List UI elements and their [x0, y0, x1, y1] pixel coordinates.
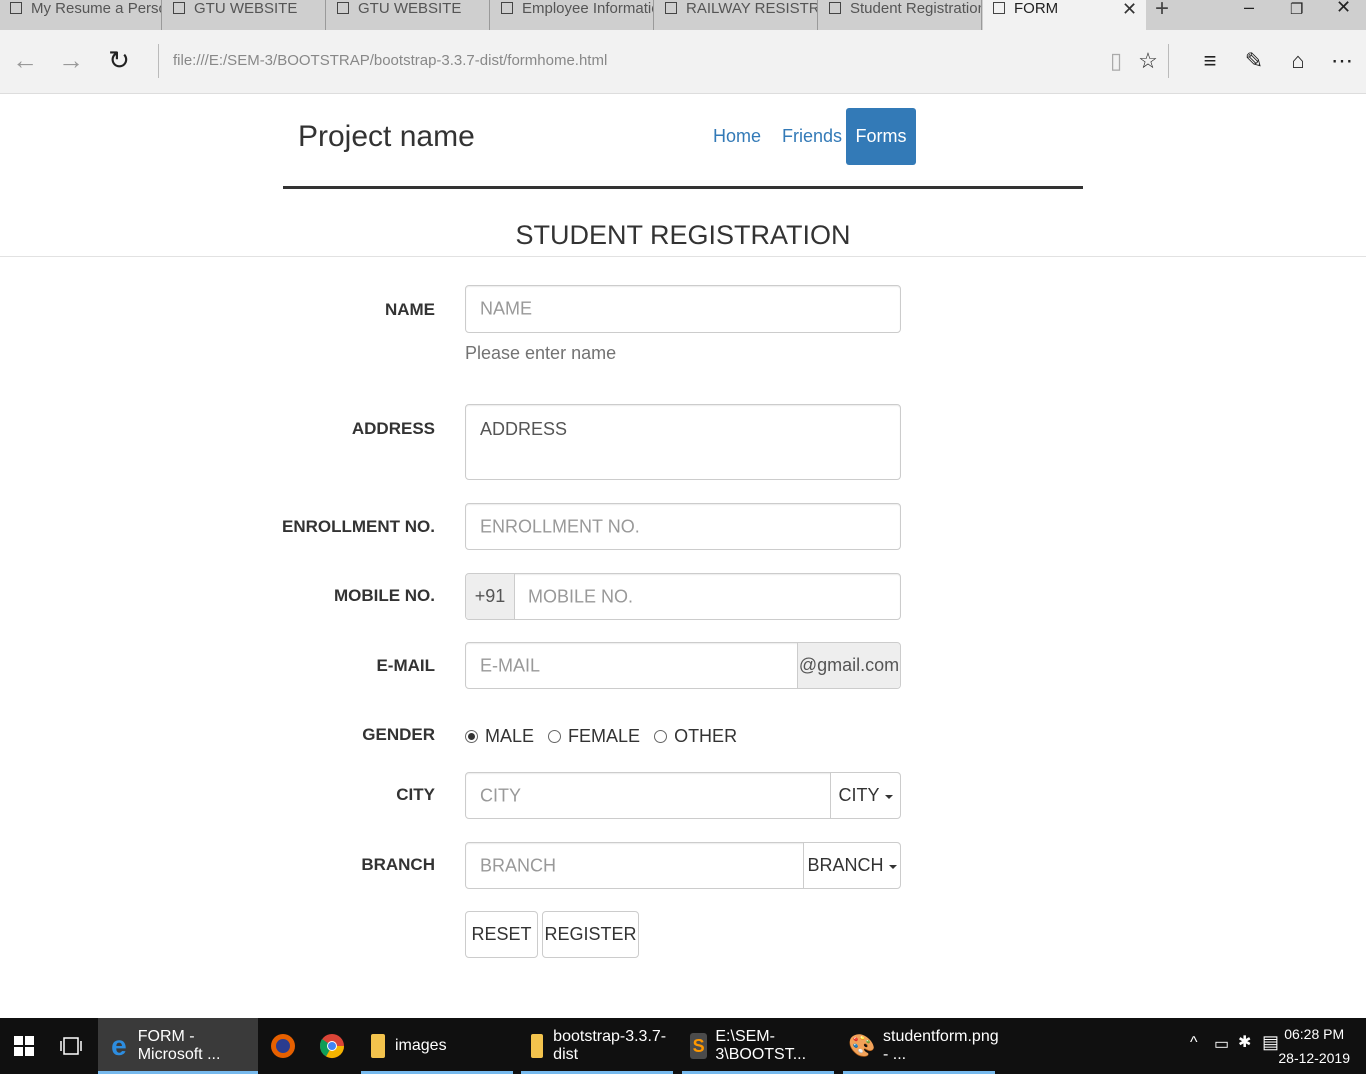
minimize-icon[interactable]: – [1244, 0, 1254, 18]
tab-page-icon [829, 2, 841, 14]
taskbar-bootstrap-folder[interactable]: bootstrap-3.3.7-dist [521, 1018, 673, 1074]
chevron-up-icon[interactable]: ^ [1190, 1034, 1198, 1052]
tab-page-icon [337, 2, 349, 14]
refresh-icon[interactable]: ↻ [104, 45, 134, 75]
city-input[interactable]: CITY [480, 785, 521, 806]
sublime-text-icon: S [690, 1033, 708, 1059]
radio-unchecked-icon[interactable] [654, 729, 668, 743]
address-label: ADDRESS [351, 419, 435, 438]
branch-dropdown-button[interactable]: BRANCH [803, 843, 900, 888]
browser-tab[interactable]: GTU WEBSITE [163, 0, 326, 30]
more-icon[interactable]: ⋯ [1328, 46, 1356, 76]
browser-tab[interactable]: My Resume a Persona [0, 0, 162, 30]
city-dropdown-button[interactable]: CITY [830, 773, 900, 818]
tab-page-icon [501, 2, 513, 14]
windows-start-icon[interactable] [14, 1018, 34, 1074]
taskbar-clock[interactable]: 06:28 PM 28-12-2019 [1278, 1022, 1350, 1070]
hub-icon[interactable]: ≡ [1196, 46, 1224, 76]
country-code-addon: +91 [466, 574, 515, 619]
mobile-input[interactable]: MOBILE NO. [528, 586, 633, 607]
email-label: E-MAIL [376, 656, 435, 675]
edge-browser-icon: e [111, 1030, 127, 1061]
favorite-star-icon[interactable]: ☆ [1134, 46, 1162, 76]
city-input-group: CITY CITY [465, 772, 901, 819]
browser-tab[interactable]: RAILWAY RESISTRATIC [655, 0, 818, 30]
nav-home[interactable]: Home [698, 108, 776, 165]
gender-radio-group: MALE FEMALE OTHER [465, 723, 751, 749]
browser-tab[interactable]: Employee Information [491, 0, 654, 30]
url-field[interactable]: file:///E:/SEM-3/BOOTSTRAP/bootstrap-3.3… [158, 44, 607, 78]
web-note-icon[interactable]: ✎ [1240, 46, 1268, 76]
back-arrow-icon[interactable]: ← [10, 45, 40, 75]
header-divider [283, 186, 1083, 189]
share-icon[interactable]: ⌂ [1284, 46, 1312, 76]
name-help-text: Please enter name [465, 343, 617, 363]
nav-forms[interactable]: Forms [846, 108, 916, 165]
city-label: CITY [396, 785, 435, 804]
register-button[interactable]: REGISTER [542, 911, 639, 958]
email-domain-addon: @gmail.com [797, 643, 900, 688]
battery-icon[interactable]: ▭ [1214, 1034, 1229, 1054]
firefox-icon[interactable] [270, 1018, 296, 1074]
forward-arrow-icon[interactable]: → [56, 45, 86, 75]
tab-close-icon[interactable]: ✕ [1122, 0, 1137, 20]
tab-page-icon [173, 2, 185, 14]
gender-label: GENDER [362, 725, 435, 744]
tab-page-icon [993, 2, 1005, 14]
branch-input[interactable]: BRANCH [480, 855, 556, 876]
gender-other-option[interactable]: OTHER [654, 726, 737, 747]
folder-icon [371, 1034, 385, 1058]
browser-tab[interactable]: Student Registration [819, 0, 982, 30]
mobile-input-group: +91 MOBILE NO. [465, 573, 901, 620]
action-center-icon[interactable]: ▤ [1262, 1032, 1279, 1053]
taskbar-paint-window[interactable]: 🎨 studentform.png - ... [843, 1018, 999, 1074]
branch-input-group: BRANCH BRANCH [465, 842, 901, 889]
taskbar-edge-window[interactable]: e FORM - Microsoft ... [98, 1018, 258, 1074]
caret-down-icon [888, 865, 897, 869]
browser-tab[interactable]: GTU WEBSITE [327, 0, 490, 30]
taskbar-images-folder[interactable]: images [361, 1018, 513, 1074]
task-view-icon[interactable] [60, 1018, 82, 1074]
reading-view-icon[interactable]: ▯ [1102, 46, 1130, 76]
address-textarea[interactable]: ADDRESS [465, 404, 901, 480]
name-input[interactable]: NAME [465, 285, 901, 333]
paint-icon: 🎨 [848, 1033, 876, 1058]
email-input[interactable]: E-MAIL [480, 655, 540, 676]
name-label: NAME [384, 300, 435, 319]
browser-tab-bar: My Resume a Persona GTU WEBSITE GTU WEBS… [0, 0, 1366, 30]
chrome-icon[interactable] [319, 1018, 345, 1074]
restore-icon[interactable]: ❐ [1290, 0, 1303, 18]
radio-unchecked-icon[interactable] [548, 729, 562, 743]
radio-checked-icon[interactable] [465, 729, 478, 743]
page-title: STUDENT REGISTRATION [515, 220, 851, 250]
taskbar-sublime-window[interactable]: S E:\SEM-3\BOOTST... [682, 1018, 834, 1074]
title-divider [0, 256, 1366, 257]
mobile-label: MOBILE NO. [333, 586, 435, 605]
address-bar: ← → ↻ file:///E:/SEM-3/BOOTSTRAP/bootstr… [0, 30, 1366, 94]
tab-page-icon [665, 2, 677, 14]
wifi-icon[interactable]: ✱ [1238, 1032, 1251, 1052]
branch-label: BRANCH [361, 855, 435, 874]
gender-female-option[interactable]: FEMALE [548, 726, 640, 747]
enrollment-label: ENROLLMENT NO. [282, 517, 435, 536]
tab-page-icon [10, 2, 22, 14]
email-input-group: E-MAIL @gmail.com [465, 642, 901, 689]
caret-down-icon [884, 795, 893, 799]
taskbar: e FORM - Microsoft ... images bootstrap-3… [0, 1018, 1366, 1074]
enrollment-input[interactable]: ENROLLMENT NO. [465, 503, 901, 550]
nav-friends[interactable]: Friends [767, 108, 857, 165]
toolbar-divider [1168, 44, 1169, 78]
new-tab-icon[interactable]: + [1155, 0, 1169, 23]
brand-name[interactable]: Project name [298, 120, 475, 154]
folder-icon [531, 1034, 544, 1058]
reset-button[interactable]: RESET [465, 911, 538, 958]
gender-male-option[interactable]: MALE [465, 726, 534, 747]
window-close-icon[interactable]: ✕ [1336, 0, 1351, 18]
